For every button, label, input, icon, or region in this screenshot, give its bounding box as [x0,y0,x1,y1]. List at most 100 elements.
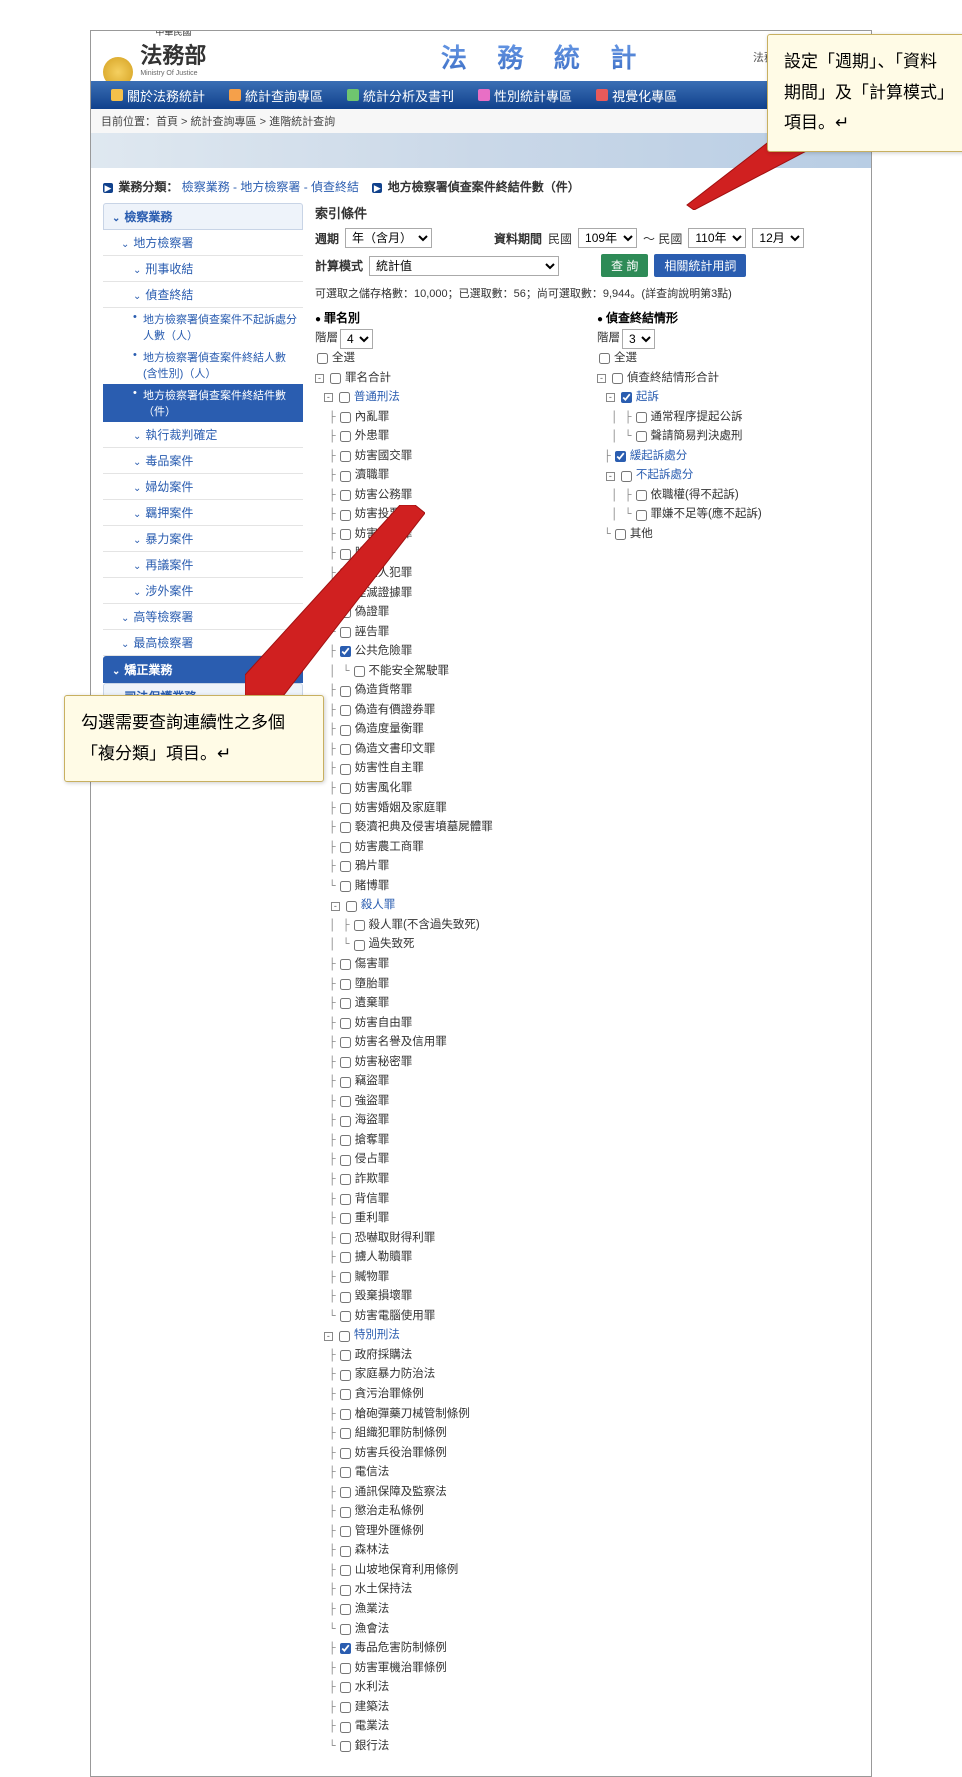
tree-checkbox[interactable] [354,940,365,951]
range-year-to[interactable]: 110年 [688,228,746,248]
result-level-select[interactable]: 3 [622,329,655,349]
tree-checkbox[interactable] [340,1741,351,1752]
tree-checkbox[interactable] [340,1467,351,1478]
tree-checkbox[interactable] [340,1272,351,1283]
sidebar-item[interactable]: ⌄最高檢察署 [103,630,303,656]
tree-checkbox[interactable] [340,1292,351,1303]
crime-select-all[interactable] [317,353,328,364]
tree-checkbox[interactable] [340,1428,351,1439]
tree-checkbox[interactable] [340,471,351,482]
sidebar-item[interactable]: ⌄毒品案件 [103,448,303,474]
tree-checkbox[interactable] [636,412,647,423]
tree-checkbox[interactable] [340,451,351,462]
tree-checkbox[interactable] [612,373,623,384]
range-year-from[interactable]: 109年 [578,228,637,248]
collapse-icon[interactable]: - [315,374,324,383]
tree-checkbox[interactable] [339,1331,350,1342]
tree-checkbox[interactable] [340,412,351,423]
tree-checkbox[interactable] [340,1682,351,1693]
sidebar-item[interactable]: ⌄刑事收結 [103,256,303,282]
sidebar-item[interactable]: ⌄地方檢察署 [103,230,303,256]
sidebar-item[interactable]: ⌄執行裁判確定 [103,422,303,448]
tree-checkbox[interactable] [340,1565,351,1576]
tree-checkbox[interactable] [340,1370,351,1381]
sidebar-item[interactable]: ⌄高等檢察署 [103,604,303,630]
tree-checkbox[interactable] [340,959,351,970]
tree-checkbox[interactable] [340,1585,351,1596]
tree-checkbox[interactable] [340,1487,351,1498]
tree-checkbox[interactable] [340,1174,351,1185]
nav-query[interactable]: 統計查詢專區 [217,86,335,105]
tree-checkbox[interactable] [340,1624,351,1635]
tree-checkbox[interactable] [340,1702,351,1713]
collapse-icon[interactable]: - [324,1332,333,1341]
tree-checkbox-checked[interactable] [340,646,351,657]
tree-checkbox[interactable] [340,998,351,1009]
query-button[interactable]: 查 詢 [601,254,648,277]
tree-checkbox[interactable] [340,1194,351,1205]
tree-checkbox[interactable] [340,1155,351,1166]
tree-checkbox[interactable] [636,510,647,521]
collapse-icon[interactable]: - [324,393,333,402]
tree-checkbox[interactable] [340,1507,351,1518]
tree-checkbox[interactable] [340,783,351,794]
tree-checkbox[interactable] [340,1526,351,1537]
tree-checkbox[interactable] [354,666,365,677]
category-path[interactable]: 檢察業務 - 地方檢察署 - 偵查終結 [182,180,359,194]
collapse-icon[interactable]: - [331,902,340,911]
tree-checkbox[interactable] [615,529,626,540]
tree-checkbox[interactable] [339,392,350,403]
tree-checkbox[interactable] [340,1116,351,1127]
tree-checkbox[interactable] [354,920,365,931]
tree-checkbox[interactable] [340,1252,351,1263]
range-month-to[interactable]: 12月 [752,228,804,248]
tree-checkbox[interactable] [340,1604,351,1615]
tree-checkbox-checked[interactable] [340,1643,351,1654]
tree-checkbox[interactable] [340,490,351,501]
terms-button[interactable]: 相關統計用詞 [654,254,746,277]
collapse-icon[interactable]: - [606,393,615,402]
sidebar-item[interactable]: ⌄婦幼案件 [103,474,303,500]
sidebar-leaf-selected[interactable]: 地方檢察署偵查案件終結件數（件） [103,384,303,422]
tree-checkbox[interactable] [340,1213,351,1224]
tree-checkbox[interactable] [340,1448,351,1459]
tree-checkbox-checked[interactable] [621,392,632,403]
tree-checkbox[interactable] [340,1663,351,1674]
tree-checkbox[interactable] [340,1135,351,1146]
sidebar-item[interactable]: ⌄矯正業務 [103,656,303,683]
tree-checkbox[interactable] [340,1057,351,1068]
tree-checkbox[interactable] [340,1350,351,1361]
tree-checkbox[interactable] [340,725,351,736]
tree-checkbox[interactable] [621,471,632,482]
tree-checkbox[interactable] [340,1389,351,1400]
tree-checkbox[interactable] [340,568,351,579]
tree-checkbox[interactable] [340,1409,351,1420]
tree-checkbox[interactable] [340,744,351,755]
tree-checkbox[interactable] [340,607,351,618]
tree-checkbox[interactable] [340,549,351,560]
sidebar-item[interactable]: ⌄再議案件 [103,552,303,578]
tree-checkbox[interactable] [340,842,351,853]
tree-checkbox[interactable] [340,686,351,697]
tree-checkbox[interactable] [340,529,351,540]
period-select[interactable]: 年（含月） [345,228,432,248]
sidebar-item[interactable]: ⌄涉外案件 [103,578,303,604]
sidebar-item[interactable]: ⌄暴力案件 [103,526,303,552]
nav-about[interactable]: 關於法務統計 [99,86,217,105]
sidebar-item[interactable]: ⌄檢察業務 [103,203,303,230]
tree-checkbox[interactable] [340,1077,351,1088]
result-select-all[interactable] [599,353,610,364]
tree-checkbox[interactable] [340,822,351,833]
tree-checkbox-checked[interactable] [615,451,626,462]
tree-checkbox[interactable] [340,510,351,521]
nav-visual[interactable]: 視覺化專區 [584,86,689,105]
sidebar-leaf[interactable]: 地方檢察署偵查案件終結人數(含性別)（人） [103,346,303,384]
tree-checkbox[interactable] [340,627,351,638]
tree-checkbox[interactable] [340,588,351,599]
tree-checkbox[interactable] [330,373,341,384]
tree-checkbox[interactable] [636,431,647,442]
tree-checkbox[interactable] [340,764,351,775]
collapse-icon[interactable]: - [597,374,606,383]
tree-checkbox[interactable] [340,1037,351,1048]
tree-checkbox[interactable] [340,803,351,814]
